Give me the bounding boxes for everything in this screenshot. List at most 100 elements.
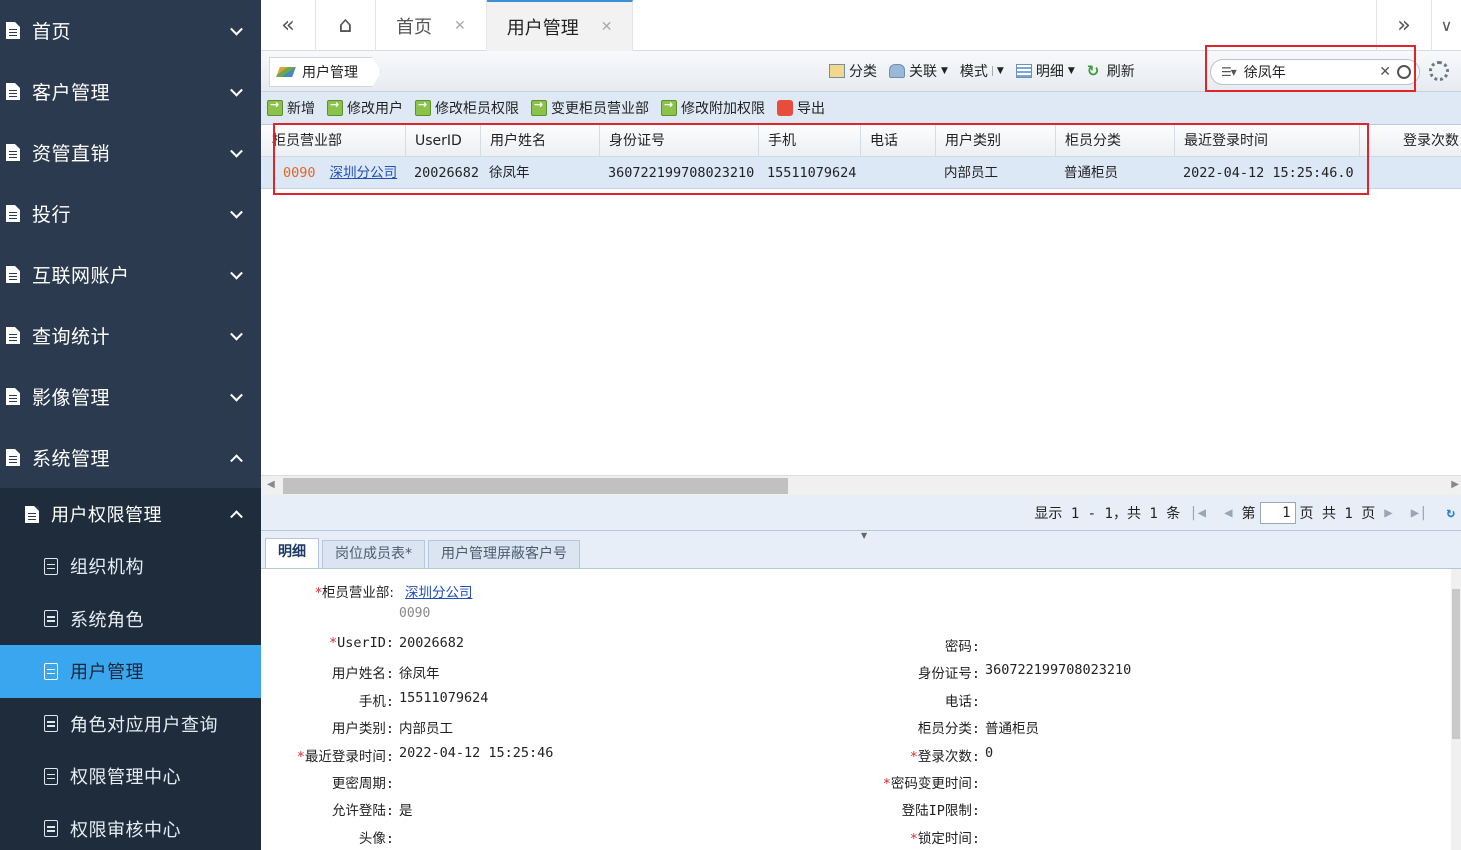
refresh-button[interactable]: ↻ 刷新 <box>1087 61 1135 81</box>
tab-position-members[interactable]: 岗位成员表* <box>322 540 425 568</box>
search-icon[interactable] <box>1397 65 1411 79</box>
cell-name: 徐凤年 <box>489 165 530 181</box>
green-arrow-icon <box>531 98 547 116</box>
scrollbar-thumb[interactable] <box>283 478 788 494</box>
refresh-icon[interactable]: ↻ <box>1447 505 1455 521</box>
prev-page-icon[interactable]: ◀ <box>1224 505 1232 521</box>
search-input[interactable]: ☰▾ 徐凤年 ✕ <box>1210 59 1420 85</box>
edit-extra-permission-label: 修改附加权限 <box>681 101 765 117</box>
change-department-button[interactable]: 变更柜员营业部 <box>531 98 649 118</box>
column-header[interactable]: 用户姓名 <box>481 125 600 157</box>
sidebar-subitem-role-user-query[interactable]: 角色对应用户查询 <box>0 698 261 751</box>
scroll-right-arrow-icon[interactable]: ▶ <box>1451 479 1459 490</box>
collapse-handle-icon[interactable]: ▼ <box>861 531 867 540</box>
horizontal-scrollbar[interactable]: ◀ ▶ <box>261 475 1461 495</box>
tab-detail[interactable]: 明细 <box>265 538 319 568</box>
scroll-right-icon[interactable]: » <box>1376 0 1431 51</box>
edit-extra-permission-button[interactable]: 修改附加权限 <box>661 98 765 118</box>
dropdown-arrow-icon: ▼ <box>941 66 948 76</box>
sidebar-item-label: 影像管理 <box>32 387 111 409</box>
dept-link[interactable]: 深圳分公司 <box>330 165 398 181</box>
cell-userid: 20026682 <box>414 165 480 181</box>
sidebar-subitem-label: 组织机构 <box>70 557 144 579</box>
page-input[interactable]: 1 <box>1259 501 1296 524</box>
sidebar-item-ib[interactable]: 投行 <box>0 183 261 244</box>
settings-icon[interactable] <box>1429 61 1449 81</box>
field-label: *柜员营业部: <box>315 585 394 601</box>
iplimit-label: 登陆IP限制: <box>901 803 980 819</box>
document-icon <box>44 767 58 785</box>
edit-permission-button[interactable]: 修改柜员权限 <box>415 98 519 118</box>
sidebar-item-home[interactable]: 首页 <box>0 0 261 61</box>
mode-button[interactable]: 模式 ▼ <box>960 61 1106 190</box>
vertical-scrollbar[interactable] <box>1451 569 1461 850</box>
dept-value-link[interactable]: 深圳分公司 <box>405 581 473 601</box>
sidebar-item-customer[interactable]: 客户管理 <box>0 61 261 122</box>
close-icon[interactable]: ✕ <box>454 18 466 34</box>
next-page-icon[interactable]: ▶ <box>1384 505 1392 521</box>
sidebar-item-label: 互联网账户 <box>32 265 130 287</box>
scrollbar-thumb[interactable] <box>1452 589 1460 739</box>
dropdown-arrow-icon: ▼ <box>991 66 1004 76</box>
cell-lastlogin: 2022-04-12 15:25:46.0 <box>1183 165 1354 181</box>
sidebar-item-label: 资管直销 <box>32 143 111 165</box>
detail-button[interactable]: 明细 ▼ <box>1015 61 1075 81</box>
sidebar: 首页 客户管理 资管直销 投行 互联网账户 查询统计 影像管理 系统管理 用户权… <box>0 0 261 850</box>
column-header[interactable]: 柜员分类 <box>1056 125 1175 157</box>
chevron-down-icon <box>230 266 243 280</box>
sidebar-group-user-permission[interactable]: 用户权限管理 <box>0 488 261 540</box>
document-icon <box>44 715 58 733</box>
sidebar-subitem-user-management[interactable]: 用户管理 <box>0 645 261 698</box>
sidebar-item-asset[interactable]: 资管直销 <box>0 122 261 183</box>
sidebar-subitem-org[interactable]: 组织机构 <box>0 540 261 593</box>
home-icon[interactable]: ⌂ <box>316 0 376 51</box>
sidebar-subitem-label: 系统角色 <box>70 609 144 631</box>
column-header[interactable]: 登录次数 <box>1360 125 1461 157</box>
column-header[interactable]: 身份证号 <box>600 125 759 157</box>
column-header[interactable]: 电话 <box>861 125 936 157</box>
sidebar-item-label: 投行 <box>32 204 72 226</box>
table-row[interactable]: 0090 深圳分公司 20026682 徐凤年 3607221997080232… <box>261 157 1461 189</box>
cell-dept: 0090 深圳分公司 <box>261 157 406 189</box>
column-header[interactable]: 柜员营业部 <box>261 125 406 157</box>
mobile-value: 15511079624 <box>399 690 489 706</box>
chevron-down-icon[interactable]: ∨ <box>1431 0 1461 51</box>
pagination: 显示 1 - 1，共 1 条 |◀ ◀ 第 1 页 共 1 页 ▶ ▶| ↻ <box>261 495 1461 531</box>
chevron-up-icon <box>230 453 243 467</box>
chevron-down-icon <box>230 83 243 97</box>
sidebar-subitem-roles[interactable]: 系统角色 <box>0 593 261 646</box>
sidebar-subitem-label: 用户管理 <box>70 662 144 684</box>
chevron-up-icon <box>230 510 243 524</box>
action-toolbar: 新增 修改用户 修改柜员权限 变更柜员营业部 修改附加权限 导出 <box>261 92 1461 125</box>
classify-button[interactable]: 分类 <box>829 61 877 81</box>
classify-label: 分类 <box>849 64 877 80</box>
field-label: *UserID: <box>328 635 394 651</box>
column-header[interactable]: 手机 <box>759 125 861 157</box>
close-icon[interactable]: ✕ <box>601 19 613 35</box>
column-header[interactable]: 最近登录时间 <box>1175 125 1360 157</box>
tab-user-management[interactable]: 用户管理 ✕ <box>486 0 634 51</box>
scroll-left-arrow-icon[interactable]: ◀ <box>267 479 275 490</box>
relate-button[interactable]: 关联 ▼ <box>889 61 948 81</box>
tab-blocked-customers[interactable]: 用户管理屏蔽客户号 <box>428 540 580 568</box>
lastlogin-value: 2022-04-12 15:25:46 <box>399 745 554 761</box>
last-page-icon[interactable]: ▶| <box>1411 505 1428 521</box>
sidebar-item-query[interactable]: 查询统计 <box>0 305 261 366</box>
sidebar-item-image[interactable]: 影像管理 <box>0 366 261 427</box>
tab-home[interactable]: 首页 ✕ <box>376 0 487 51</box>
sidebar-item-system[interactable]: 系统管理 <box>0 427 261 488</box>
sidebar-subitem-perm-audit[interactable]: 权限审核中心 <box>0 803 261 850</box>
chevron-down-icon <box>230 388 243 402</box>
sidebar-subitem-perm-center[interactable]: 权限管理中心 <box>0 750 261 803</box>
list-filter-icon[interactable]: ☰▾ <box>1221 65 1237 79</box>
column-header[interactable]: 用户类别 <box>936 125 1056 157</box>
collapse-left-icon[interactable]: « <box>261 0 316 51</box>
first-page-icon[interactable]: |◀ <box>1189 505 1206 521</box>
edit-user-button[interactable]: 修改用户 <box>327 98 403 118</box>
cell-mobile: 15511079624 <box>767 165 857 181</box>
sidebar-item-internet[interactable]: 互联网账户 <box>0 244 261 305</box>
add-button[interactable]: 新增 <box>267 98 315 118</box>
clear-icon[interactable]: ✕ <box>1379 64 1391 80</box>
column-header[interactable]: UserID <box>406 125 481 157</box>
export-button[interactable]: 导出 <box>777 98 825 118</box>
